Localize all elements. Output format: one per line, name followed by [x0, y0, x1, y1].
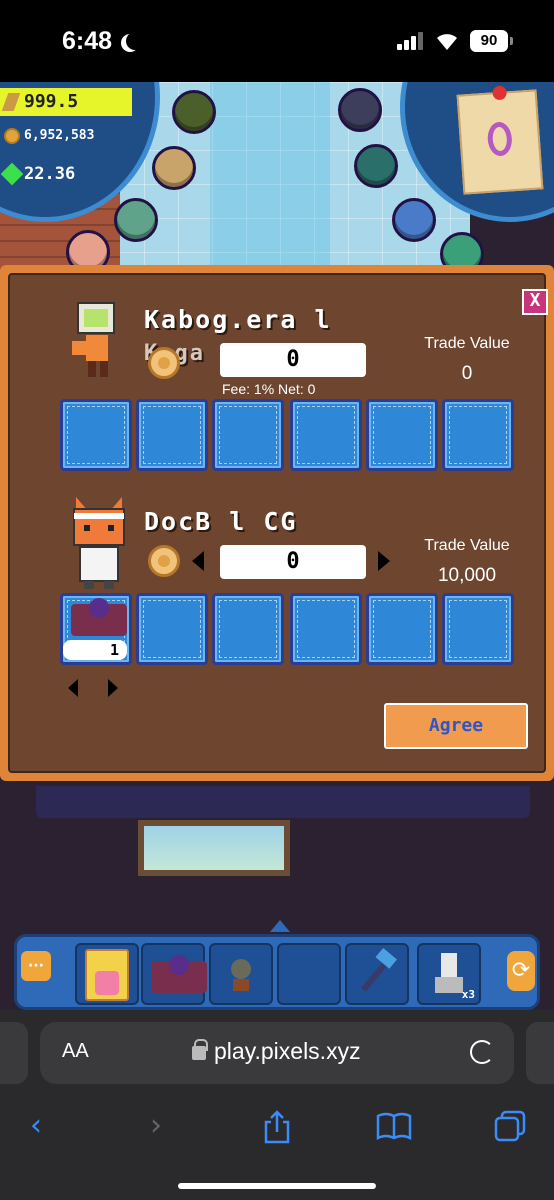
url-field[interactable]: AA play.pixels.xyz [40, 1022, 514, 1084]
reader-options-button[interactable]: AA [62, 1040, 89, 1063]
hotbar-slot-4[interactable] [277, 943, 341, 1005]
home-button[interactable] [152, 146, 196, 190]
decrease-amount-button[interactable] [192, 551, 204, 571]
speed-gauge-button[interactable] [338, 88, 382, 132]
bottom-player-name: DocB l CG [144, 507, 298, 536]
top-trade-slot-2[interactable] [136, 399, 208, 471]
plant-icon [231, 959, 251, 991]
character-button[interactable] [114, 198, 158, 242]
trade-item-icon [71, 598, 127, 636]
slot-page-prev-button[interactable] [68, 679, 78, 697]
bottom-coin-amount[interactable]: 0 [220, 545, 366, 579]
url-text[interactable]: play.pixels.xyz [214, 1038, 361, 1065]
top-coin-amount: 0 [220, 343, 366, 377]
bottom-trade-value-label: Trade Value [424, 537, 510, 554]
close-trade-button[interactable]: X [522, 289, 548, 315]
hotbar-slot-2[interactable] [141, 943, 207, 1005]
back-icon[interactable]: ‹ [30, 1108, 42, 1143]
share-icon[interactable] [262, 1110, 292, 1144]
quest-board[interactable] [456, 85, 544, 195]
hotbar-slot-1[interactable] [75, 943, 139, 1005]
top-trade-value: 0 [461, 363, 473, 384]
cellular-signal-icon [397, 32, 425, 50]
trade-panel-inner: Kabog.era l Kaga 0 Fee: 1% Net: 0 Trade … [8, 273, 546, 773]
top-trade-slot-1[interactable] [60, 399, 132, 471]
cycle-hotbar-button[interactable]: ⟳ [507, 951, 535, 991]
forward-icon[interactable]: › [150, 1108, 162, 1143]
hotbar-slot-6[interactable]: x3 [417, 943, 481, 1005]
wifi-icon [437, 34, 457, 50]
card-item-icon [85, 949, 129, 1001]
prev-tab-stub[interactable] [0, 1022, 28, 1084]
player-avatar-top [72, 302, 115, 377]
moon-icon [126, 32, 144, 50]
home-indicator [178, 1183, 376, 1189]
hotbar-slot-3[interactable] [209, 943, 273, 1005]
quest-symbol-icon [486, 121, 513, 157]
top-trade-slot-3[interactable] [212, 399, 284, 471]
room-window [138, 820, 290, 876]
energy-counter: 999.5 [0, 88, 132, 116]
bottom-trade-slot-3[interactable] [212, 593, 284, 665]
hotbar-slot-5[interactable] [345, 943, 409, 1005]
coin-icon [148, 347, 180, 379]
slot-page-next-button[interactable] [108, 679, 118, 697]
bookmarks-icon[interactable] [376, 1112, 412, 1140]
fee-info: Fee: 1% Net: 0 [222, 381, 316, 397]
coin-icon [4, 128, 20, 144]
battery-indicator: 90 [470, 30, 513, 52]
lock-icon [192, 1039, 208, 1060]
hotbar: ··· x3 ⟳ [14, 934, 540, 1010]
item-quantity: 1 [63, 640, 127, 660]
gem-counter: 22.36 [0, 160, 120, 188]
item-quantity: x3 [461, 988, 475, 1001]
chat-button[interactable]: ··· [21, 951, 51, 981]
bottom-trade-value: 10,000 [437, 565, 497, 586]
top-trade-slot-4[interactable] [290, 399, 362, 471]
status-time: 6:48 [62, 27, 113, 55]
bottom-trade-slot-6[interactable] [442, 593, 514, 665]
top-trade-slot-6[interactable] [442, 399, 514, 471]
status-bar: 6:48 90 [0, 0, 554, 82]
trade-item-icon [151, 955, 207, 993]
bottom-trade-slot-1[interactable]: 1 [60, 593, 132, 665]
top-trade-value-label: Trade Value [424, 335, 510, 352]
pin-icon [492, 85, 508, 101]
hotbar-expand-icon[interactable] [270, 920, 290, 932]
coin-counter: 6,952,583 [0, 122, 130, 150]
next-tab-stub[interactable] [526, 1022, 554, 1084]
increase-amount-button[interactable] [378, 551, 390, 571]
browser-address-bar: AA play.pixels.xyz [0, 1010, 554, 1096]
energy-icon [1, 93, 21, 111]
reload-icon[interactable] [470, 1040, 494, 1064]
bottom-trade-slot-2[interactable] [136, 593, 208, 665]
panel-shadow [36, 786, 530, 818]
bottom-trade-slot-5[interactable] [366, 593, 438, 665]
top-player-name: Kabog.era l [144, 305, 332, 334]
tabs-icon[interactable] [494, 1110, 526, 1142]
player-avatar-bottom [73, 497, 125, 589]
coin-icon [148, 545, 180, 577]
settings-gear-button[interactable] [354, 144, 398, 188]
bottom-trade-slot-4[interactable] [290, 593, 362, 665]
tree-land-button[interactable] [172, 90, 216, 134]
mail-button[interactable] [392, 198, 436, 242]
hammer-icon [361, 947, 397, 992]
trade-panel: Kabog.era l Kaga 0 Fee: 1% Net: 0 Trade … [0, 265, 554, 781]
agree-button[interactable]: Agree [384, 703, 528, 749]
top-trade-slot-5[interactable] [366, 399, 438, 471]
gem-icon [0, 162, 24, 186]
